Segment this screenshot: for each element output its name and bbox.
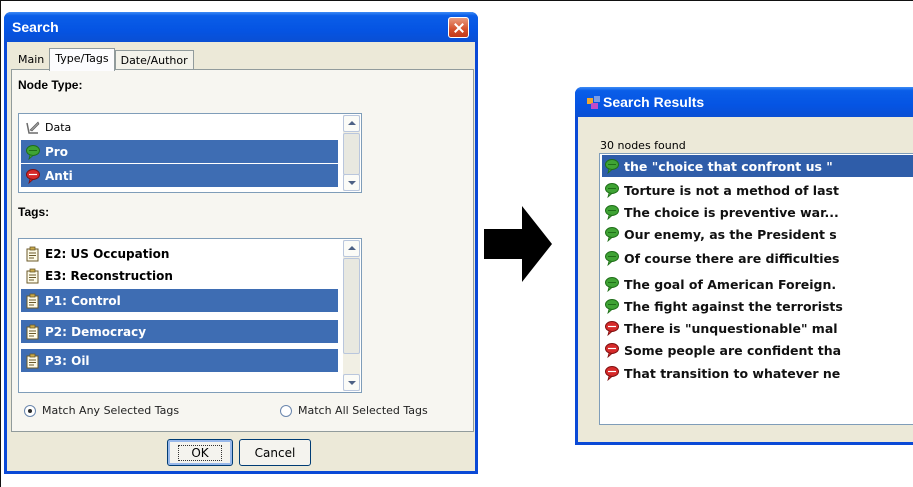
result-item[interactable]: There is "unquestionable" mal: [602, 317, 913, 339]
scroll-down-button[interactable]: [343, 174, 360, 191]
anti-icon: [604, 320, 620, 336]
scroll-up-button[interactable]: [343, 115, 360, 132]
anti-icon: [604, 365, 620, 381]
result-item[interactable]: Of course there are difficulties: [602, 247, 913, 269]
search-dialog: Search Main Type/Tags Date/Author Node T…: [4, 12, 478, 474]
match-all-option[interactable]: Match All Selected Tags: [280, 404, 428, 417]
match-any-radio[interactable]: [24, 404, 36, 417]
tab-main[interactable]: Main: [13, 50, 49, 70]
result-item[interactable]: The choice is preventive war...: [602, 201, 913, 223]
result-item[interactable]: That transition to whatever ne: [602, 362, 913, 384]
ok-button[interactable]: OK: [167, 439, 233, 466]
node-type-scrollbar[interactable]: [343, 115, 360, 191]
dialog-title: Search: [4, 12, 478, 42]
pro-icon: [604, 298, 620, 314]
results-title: Search Results: [575, 87, 913, 117]
results-count: 30 nodes found: [600, 139, 686, 152]
pro-icon: [604, 250, 620, 266]
anti-icon: [604, 342, 620, 358]
result-item[interactable]: Some people are confident tha: [602, 339, 913, 361]
pro-icon: [604, 204, 620, 220]
result-item[interactable]: the "choice that confront us ": [602, 155, 913, 177]
pro-icon: [604, 226, 620, 242]
list-item-pro[interactable]: Pro: [21, 140, 338, 163]
anti-icon: [25, 168, 41, 184]
right-arrow-icon: [484, 206, 552, 282]
result-item[interactable]: Torture is not a method of last: [602, 179, 913, 201]
pro-icon: [604, 276, 620, 292]
match-all-label: Match All Selected Tags: [298, 404, 428, 417]
tab-panel: Node Type: Data Pro Anti Tags: E2: US Oc…: [11, 69, 474, 432]
data-icon: [25, 120, 41, 136]
scroll-down-button[interactable]: [343, 374, 360, 391]
result-item[interactable]: The fight against the terrorists: [602, 295, 913, 317]
pro-icon: [604, 158, 620, 174]
tag-icon: [25, 268, 41, 284]
list-item-tag[interactable]: P2: Democracy: [21, 320, 338, 343]
list-item-data[interactable]: Data: [21, 116, 338, 139]
tag-icon: [25, 293, 41, 309]
match-any-option[interactable]: Match Any Selected Tags: [24, 404, 179, 417]
pro-icon: [25, 144, 41, 160]
list-item-tag[interactable]: P1: Control: [21, 289, 338, 312]
search-results-window: Search Results 30 nodes found the "choic…: [575, 87, 913, 445]
scroll-thumb[interactable]: [343, 133, 360, 175]
match-all-radio[interactable]: [280, 404, 292, 417]
tab-strip: Main Type/Tags Date/Author: [13, 48, 194, 71]
tags-scrollbar[interactable]: [343, 240, 360, 391]
ok-button-label: OK: [178, 444, 222, 461]
tag-icon: [25, 246, 41, 262]
tag-icon: [25, 324, 41, 340]
list-item-tag[interactable]: E2: US Occupation: [21, 242, 338, 265]
tag-icon: [25, 353, 41, 369]
node-type-list[interactable]: Data Pro Anti: [18, 113, 362, 193]
scroll-up-button[interactable]: [343, 240, 360, 257]
cancel-button[interactable]: Cancel: [239, 439, 311, 466]
tags-label: Tags:: [18, 205, 50, 219]
app-icon: [587, 96, 600, 109]
node-type-label: Node Type:: [18, 78, 83, 92]
list-item-tag[interactable]: E3: Reconstruction: [21, 264, 338, 287]
tab-date-author[interactable]: Date/Author: [114, 50, 194, 70]
results-list[interactable]: the "choice that confront us " Torture i…: [599, 153, 913, 425]
close-icon[interactable]: [448, 17, 469, 38]
tags-list[interactable]: E2: US Occupation E3: Reconstruction P1:…: [18, 238, 362, 393]
cancel-button-label: Cancel: [254, 445, 296, 460]
match-any-label: Match Any Selected Tags: [42, 404, 180, 417]
list-item-tag[interactable]: P3: Oil: [21, 349, 338, 372]
result-item[interactable]: Our enemy, as the President s: [602, 223, 913, 245]
tab-type-tags[interactable]: Type/Tags: [49, 48, 115, 71]
scroll-thumb[interactable]: [343, 258, 360, 354]
list-item-anti[interactable]: Anti: [21, 164, 338, 187]
pro-icon: [604, 182, 620, 198]
result-item[interactable]: The goal of American Foreign.: [602, 273, 913, 295]
